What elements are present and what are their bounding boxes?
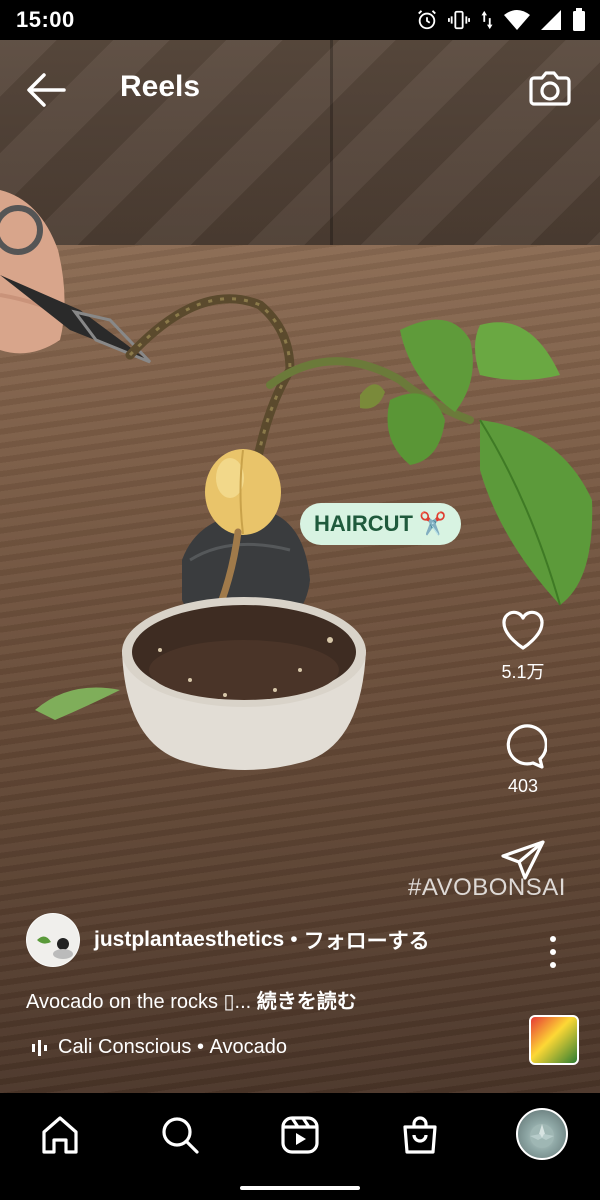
author-username[interactable]: justplantaesthetics [94, 928, 284, 952]
wifi-icon [504, 10, 530, 30]
cell-signal-icon [541, 10, 561, 30]
nav-search[interactable] [156, 1111, 204, 1159]
alarm-icon [418, 10, 436, 30]
camera-button[interactable] [526, 64, 574, 112]
vibrate-icon [448, 10, 470, 30]
shop-bag-icon [403, 1116, 437, 1154]
author-avatar[interactable] [26, 913, 80, 967]
follow-button[interactable]: フォローする [304, 925, 430, 955]
more-options-button[interactable] [540, 934, 566, 970]
vertical-dots-icon [550, 936, 556, 968]
bottom-nav [0, 1093, 600, 1200]
data-arrows-icon [481, 10, 493, 30]
plant-avatar-image [27, 914, 79, 966]
like-action[interactable]: 5.1万 [493, 608, 553, 684]
comment-count: 403 [507, 776, 539, 796]
succulent-avatar-image [530, 1124, 554, 1148]
heart-icon [502, 610, 544, 650]
audio-thumbnail[interactable] [529, 1015, 579, 1065]
caption-text: Avocado on the rocks [26, 991, 224, 1013]
status-time: 15:00 [16, 7, 75, 32]
ceramic-pot [122, 597, 366, 770]
caption-glyph: ▯ [223, 991, 235, 1013]
music-separator: • [191, 1036, 210, 1058]
back-button[interactable] [22, 68, 70, 112]
nav-home[interactable] [36, 1111, 84, 1159]
hand-with-scissors [0, 190, 152, 364]
caption[interactable]: Avocado on the rocks ▯... 続きを読む [26, 985, 357, 1014]
hashtag-overlay: #AVOBONSAI [408, 874, 566, 901]
read-more-link[interactable]: 続きを読む [257, 991, 357, 1013]
reels-icon [281, 1116, 319, 1154]
audio-bars-icon [32, 1039, 47, 1056]
music-track: Avocado [209, 1036, 287, 1058]
author-separator: • [290, 928, 298, 951]
like-count: 5.1万 [501, 662, 545, 682]
music-row[interactable]: Cali Conscious • Avocado [30, 1036, 287, 1059]
haircut-sticker: HAIRCUT ✂️ [300, 503, 461, 545]
comment-action[interactable]: 403 [493, 722, 553, 797]
battery-icon [573, 8, 585, 31]
search-icon [162, 1117, 199, 1154]
page-title: Reels [120, 70, 201, 103]
status-icons [416, 8, 586, 32]
avocado-leaves [360, 319, 593, 606]
reels-header: Reels [0, 40, 600, 136]
home-indicator [240, 1186, 360, 1190]
sticker-text: HAIRCUT ✂️ [314, 511, 447, 536]
music-artist: Cali Conscious [58, 1036, 192, 1058]
nav-shop[interactable] [396, 1111, 444, 1159]
author-row: justplantaesthetics • フォローする [26, 912, 430, 968]
home-icon [42, 1116, 78, 1154]
camera-icon [529, 71, 571, 106]
caption-ellipsis: ... [234, 991, 257, 1013]
nav-reels[interactable] [276, 1111, 324, 1159]
comment-bubble-icon [506, 724, 547, 769]
nav-profile-avatar[interactable] [516, 1108, 568, 1160]
status-bar: 15:00 [0, 0, 600, 40]
arrow-left-icon [27, 73, 66, 107]
